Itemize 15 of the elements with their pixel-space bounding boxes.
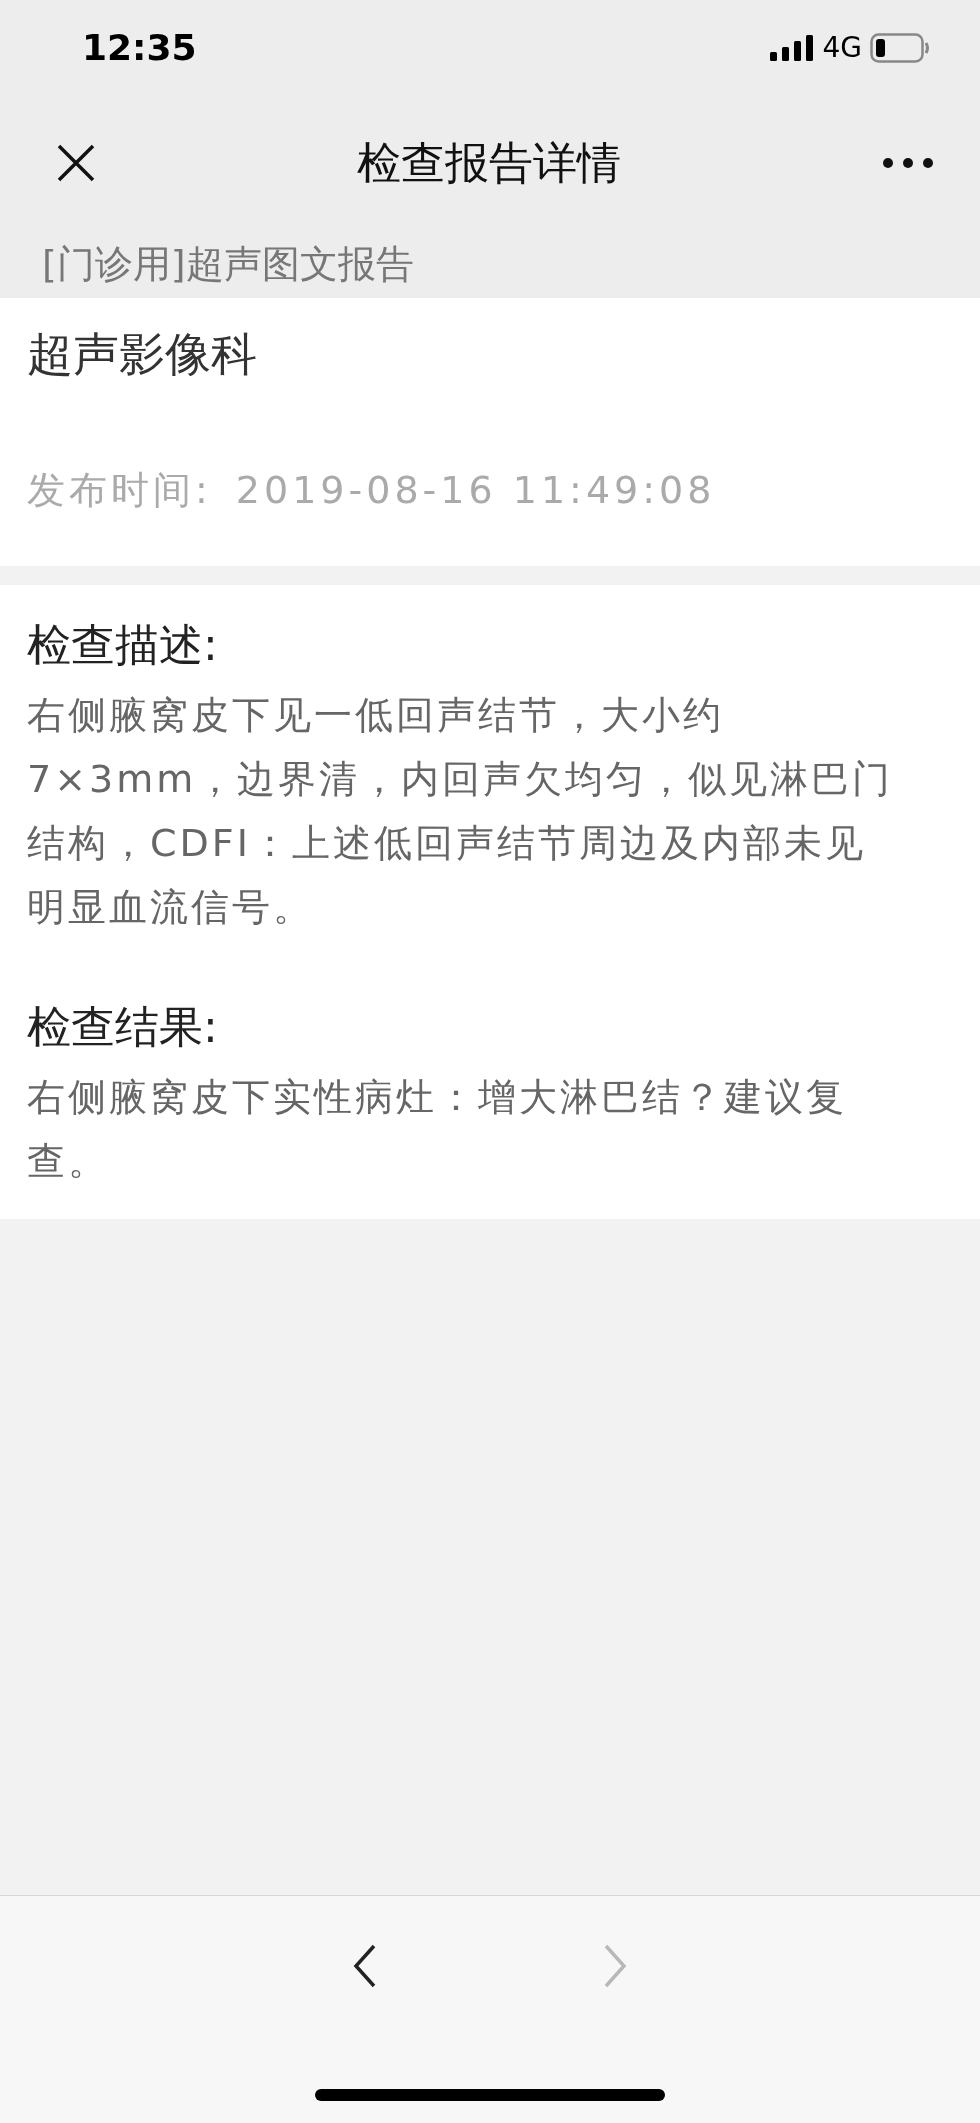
section-heading: 检查描述: [27,618,219,672]
status-time: 12:35 [82,25,197,70]
report-type: [门诊用]超声图文报告 [42,240,414,288]
publish-time: 2019-08-16 11:49:08 [235,467,716,514]
network-label: 4G [822,29,862,66]
signal-icon [770,34,815,61]
section-text: 右侧腋窝皮下实性病灶：增大淋巴结？建议复查。 [27,1074,848,1185]
section-text: 右侧腋窝皮下见一低回声结节，大小约7×3mm，边界清，内回声欠均匀，似见淋巴门结构，CDFI：上述低回声结节周边及内部未见明显血流信号。 [27,692,895,931]
page-title: 检查报告详情 [357,135,621,190]
battery-icon [870,32,930,63]
publish-label: 发布时间: [27,467,212,514]
section-heading: 检查结果: [27,1000,219,1054]
more-icon [882,156,934,169]
close-icon [56,142,96,183]
department-name: 超声影像科 [27,326,258,382]
